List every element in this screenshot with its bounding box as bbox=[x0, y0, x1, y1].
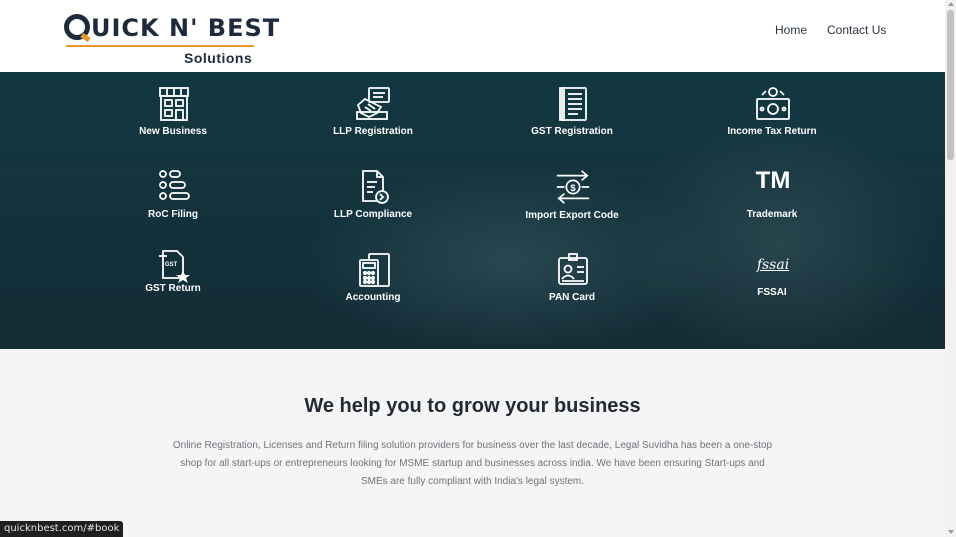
logo-wordmark: UICK N' BEST bbox=[64, 14, 280, 42]
logo-underline bbox=[66, 45, 254, 47]
service-label: Import Export Code bbox=[525, 210, 619, 221]
gst-document-star-icon: GST bbox=[159, 250, 190, 283]
service-import-export-code[interactable]: $ Import Export Code bbox=[472, 168, 672, 238]
service-label: GST Registration bbox=[531, 126, 613, 137]
svg-text:$: $ bbox=[570, 183, 576, 194]
site-logo[interactable]: UICK N' BEST Solutions bbox=[64, 12, 279, 70]
service-fssai[interactable]: fssai FSSAI bbox=[672, 252, 872, 322]
money-return-icon bbox=[756, 87, 790, 120]
service-label: GST Return bbox=[145, 283, 201, 294]
svg-text:GST: GST bbox=[165, 262, 178, 268]
exchange-arrows-icon: $ bbox=[556, 170, 590, 204]
service-gst-return[interactable]: GST GST Return bbox=[73, 248, 273, 318]
service-trademark[interactable]: TM Trademark bbox=[672, 167, 872, 238]
link-status-bar: quicknbest.com/#book bbox=[0, 521, 124, 537]
service-label: Accounting bbox=[345, 292, 401, 303]
section-description: Online Registration, Licenses and Return… bbox=[172, 440, 773, 487]
service-accounting[interactable]: Accounting bbox=[273, 252, 473, 322]
scroll-down-arrow-icon[interactable] bbox=[948, 530, 954, 534]
service-label: LLP Registration bbox=[333, 126, 413, 137]
document-list-icon bbox=[559, 87, 587, 121]
service-roc-filing[interactable]: RoC Filing bbox=[73, 168, 273, 238]
service-label: RoC Filing bbox=[148, 209, 198, 220]
services-hero: New Business LLP Registration GST Regist… bbox=[0, 72, 945, 349]
service-label: New Business bbox=[139, 126, 207, 137]
service-income-tax-return[interactable]: Income Tax Return bbox=[672, 85, 872, 155]
logo-subtitle: Solutions bbox=[184, 50, 253, 66]
service-label: PAN Card bbox=[549, 292, 595, 303]
trademark-icon: TM bbox=[755, 167, 791, 194]
service-llp-compliance[interactable]: LLP Compliance bbox=[273, 168, 473, 238]
service-new-business[interactable]: New Business bbox=[73, 85, 273, 155]
document-arrow-icon bbox=[362, 170, 389, 204]
logo-q-icon bbox=[64, 14, 90, 40]
service-label: Income Tax Return bbox=[727, 126, 817, 137]
id-card-icon bbox=[558, 253, 588, 285]
service-llp-registration[interactable]: LLP Registration bbox=[273, 85, 473, 155]
scrollbar-thumb[interactable] bbox=[947, 10, 954, 160]
fssai-logo-icon: fssai bbox=[756, 257, 790, 273]
handshake-icon bbox=[356, 87, 390, 120]
toggle-list-icon bbox=[159, 170, 190, 200]
storefront-icon bbox=[159, 87, 189, 121]
scroll-up-arrow-icon[interactable] bbox=[948, 2, 954, 6]
service-pan-card[interactable]: PAN Card bbox=[472, 252, 672, 322]
calculator-ledger-icon bbox=[359, 253, 390, 287]
service-label: FSSAI bbox=[757, 287, 787, 298]
section-title: We help you to grow your business bbox=[304, 395, 641, 417]
page-scrollbar[interactable] bbox=[945, 0, 956, 537]
nav-contact-link[interactable]: Contact Us bbox=[827, 23, 886, 37]
service-label: LLP Compliance bbox=[333, 209, 413, 220]
service-label: Trademark bbox=[746, 209, 798, 220]
site-header: UICK N' BEST Solutions Home Contact Us bbox=[0, 0, 945, 72]
nav-home-link[interactable]: Home bbox=[775, 23, 807, 37]
service-gst-registration[interactable]: GST Registration bbox=[472, 85, 672, 155]
